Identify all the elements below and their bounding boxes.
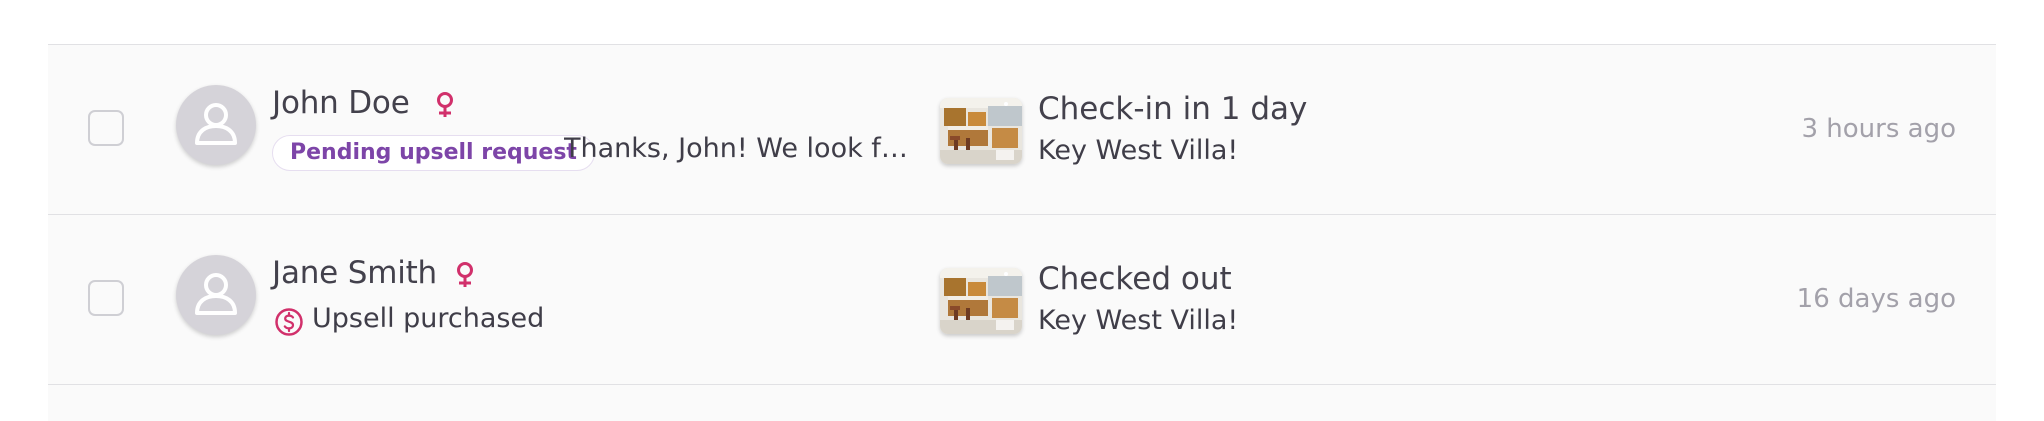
stay-status: Check-in in 1 day <box>1038 91 1308 127</box>
guest-avatar <box>176 85 256 165</box>
select-checkbox[interactable] <box>88 280 124 316</box>
listing-name: Key West Villa! <box>1038 135 1239 166</box>
timestamp: 3 hours ago <box>1801 114 1956 144</box>
guest-name[interactable]: John Doe <box>272 85 410 121</box>
stay-status: Checked out <box>1038 261 1232 297</box>
listing-thumbnail <box>940 98 1022 164</box>
message-preview: Thanks, John! We look forw... <box>564 133 920 164</box>
guest-name[interactable]: Jane Smith <box>272 255 437 291</box>
timestamp: 16 days ago <box>1796 284 1956 314</box>
listing-thumbnail <box>940 268 1022 334</box>
select-checkbox[interactable] <box>88 110 124 146</box>
person-icon <box>195 103 237 145</box>
person-icon <box>195 273 237 315</box>
guest-avatar <box>176 255 256 335</box>
upsell-status: Upsell purchased <box>312 303 545 334</box>
conversation-row[interactable]: Jane Smith Upsell purchased Checked out … <box>48 215 1996 385</box>
female-symbol-icon <box>457 262 473 287</box>
conversation-row[interactable]: John Doe Pending upsell request Thanks, … <box>48 45 1996 215</box>
conversation-list: John Doe Pending upsell request Thanks, … <box>48 44 1996 421</box>
female-symbol-icon <box>437 92 453 117</box>
upsell-request-badge: Pending upsell request <box>272 135 595 171</box>
listing-name: Key West Villa! <box>1038 305 1239 336</box>
dollar-circle-icon <box>275 308 303 336</box>
